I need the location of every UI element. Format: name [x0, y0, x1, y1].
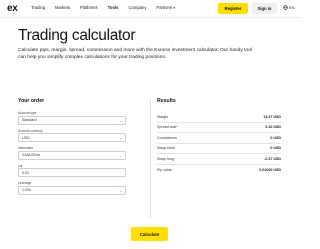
result-value: 0.01000 USD [259, 167, 281, 172]
instrument-value: XAUUSDm [22, 153, 40, 157]
nav-links: Trading Markets Platforms Tools Company … [31, 5, 175, 10]
account-currency-field: Account currency USD ⌄ [18, 129, 146, 142]
account-currency-value: USD [22, 135, 30, 140]
signin-button[interactable]: Sign in [252, 3, 277, 14]
chevron-down-icon: ⌄ [119, 118, 122, 123]
result-row-swap-short: Swap short 0 USD [157, 144, 281, 154]
result-label: Margin [157, 114, 168, 119]
register-button[interactable]: Register [218, 3, 248, 14]
nav-link-partners-label: Partners [156, 5, 173, 10]
account-type-field: Account type Standard ⌄ [18, 111, 146, 125]
order-panel-title: Your order [18, 98, 45, 104]
result-label: Commission [157, 135, 177, 140]
results-panel: Results Margin 13.37 USD Spread cost* 0.… [157, 98, 281, 175]
instrument-select[interactable]: XAUUSDm ⌄ [18, 150, 126, 160]
nav-link-platforms[interactable]: Platforms [80, 5, 98, 10]
leverage-select[interactable]: 1:200 ⌄ [18, 185, 126, 195]
calculate-button[interactable]: Calculate [131, 227, 168, 241]
page-subtitle: Calculate pips, margin, spread, commissi… [18, 48, 253, 60]
page-title: Trading calculator [18, 27, 136, 44]
globe-icon [283, 5, 288, 10]
chevron-down-icon: ⌄ [119, 136, 122, 140]
lot-field: Lot 0.01 [18, 164, 146, 177]
result-row-pip-value: Pip value 0.01000 USD [157, 165, 281, 176]
account-type-label: Account type [18, 111, 37, 115]
result-label: Swap short [157, 146, 175, 151]
account-type-select[interactable]: Standard ⌄ [18, 115, 126, 125]
chevron-down-icon: ⌄ [119, 188, 122, 193]
nav-link-company[interactable]: Company [129, 5, 147, 10]
chevron-down-icon: ⌄ [119, 153, 122, 158]
result-value: 0.16 USD [265, 125, 281, 130]
nav-link-partners[interactable]: Partners▾ [156, 5, 175, 10]
lot-value: 0.01 [22, 170, 29, 175]
result-value: 13.37 USD [263, 114, 281, 119]
account-type-value: Standard [22, 118, 37, 122]
result-label: Swap long [157, 156, 174, 161]
result-value: 0 USD [270, 135, 281, 140]
result-row-spread-cost: Spread cost* 0.16 USD [157, 123, 281, 133]
instrument-field: Instrument XAUUSDm ⌄ [18, 146, 146, 160]
nav-link-markets[interactable]: Markets [55, 5, 70, 10]
result-row-commission: Commission 0 USD [157, 133, 281, 144]
lot-input[interactable]: 0.01 [18, 168, 126, 177]
panel-divider [150, 100, 151, 218]
result-row-swap-long: Swap long -0.37 USD [157, 154, 281, 165]
nav-link-tools[interactable]: Tools [108, 5, 119, 10]
exness-logo[interactable]: ex [7, 3, 18, 14]
result-value: 0 USD [270, 146, 281, 151]
results-title: Results [157, 98, 176, 104]
language-label: EN [289, 5, 295, 10]
account-currency-select[interactable]: USD ⌄ [18, 133, 126, 142]
result-row-margin: Margin 13.37 USD [157, 112, 281, 123]
nav-link-trading[interactable]: Trading [31, 5, 45, 10]
top-navigation: ex Trading Markets Platforms Tools Compa… [0, 0, 300, 18]
result-value: -0.37 USD [264, 156, 281, 161]
leverage-label: Leverage [18, 181, 32, 185]
result-label: Pip value [157, 167, 172, 172]
leverage-value: 1:200 [22, 188, 31, 192]
language-selector[interactable]: EN [283, 5, 295, 10]
order-panel: Your order Account type Standard ⌄ Accou… [18, 98, 146, 199]
leverage-field: Leverage 1:200 ⌄ [18, 181, 146, 195]
instrument-label: Instrument [18, 146, 34, 150]
result-label: Spread cost* [157, 125, 178, 130]
chevron-down-icon: ▾ [173, 6, 176, 10]
